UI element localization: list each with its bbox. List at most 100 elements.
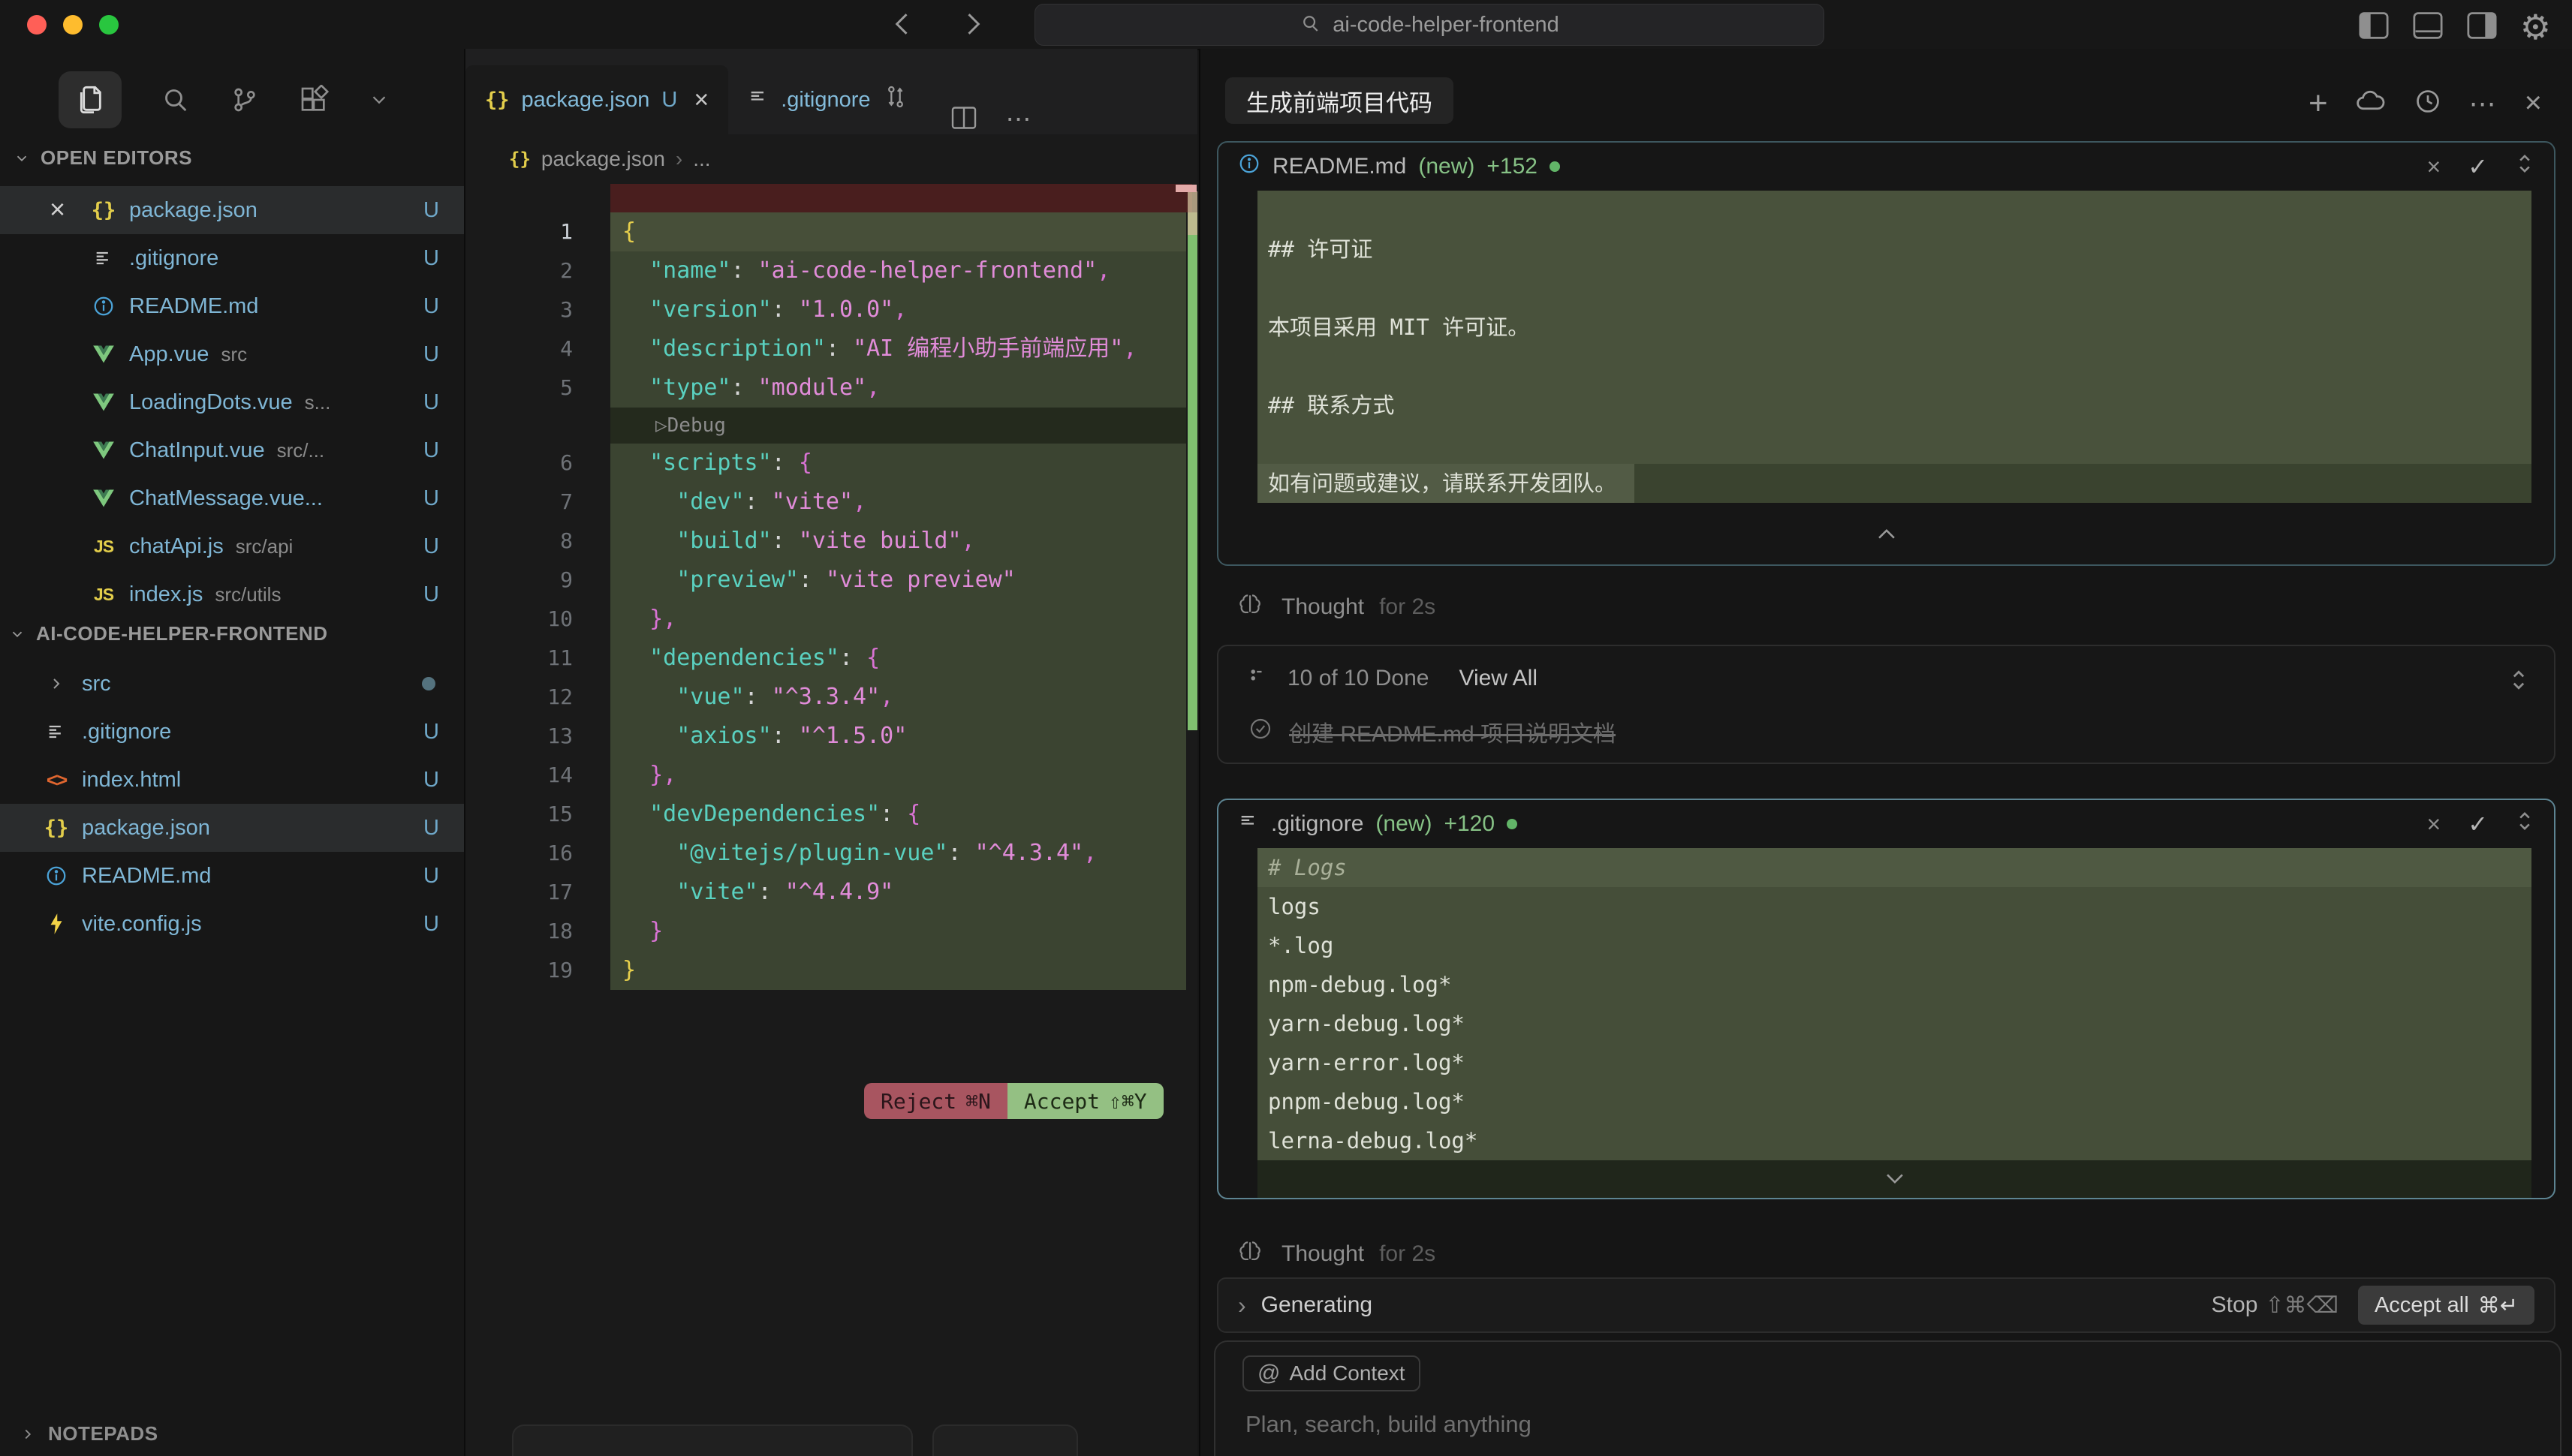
vue-icon xyxy=(89,393,119,412)
open-editors-header[interactable]: OPEN EDITORS xyxy=(14,146,464,170)
split-editor-icon[interactable] xyxy=(950,105,977,134)
toggle-bottom-panel-icon[interactable] xyxy=(2412,11,2444,44)
sidebar-item-app.vue[interactable]: App.vuesrcU xyxy=(0,330,464,378)
sidebar-item-index.js[interactable]: JSindex.jssrc/utilsU xyxy=(0,570,464,618)
cloud-icon[interactable] xyxy=(2355,89,2387,118)
code-line-18[interactable]: 18 } xyxy=(465,912,1186,951)
sidebar-item-chatapi.js[interactable]: JSchatApi.jssrc/apiU xyxy=(0,522,464,570)
todo-item-row[interactable]: 创建 README.md 项目说明文档 xyxy=(1248,715,1616,748)
code-line-15[interactable]: 15 "devDependencies": { xyxy=(465,795,1186,834)
new-chat-icon[interactable]: + xyxy=(2308,87,2328,120)
sidebar-item-package.json[interactable]: ×{}package.jsonU xyxy=(0,186,464,234)
project-header[interactable]: AI-CODE-HELPER-FRONTEND xyxy=(9,622,464,645)
thought-row[interactable]: Thought for 2s xyxy=(1238,1238,1435,1270)
sidebar-item-vite.config.js[interactable]: vite.config.jsU xyxy=(0,900,464,948)
stop-button[interactable]: Stop ⇧⌘⌫ xyxy=(2212,1292,2339,1319)
card-accept-icon[interactable]: ✓ xyxy=(2468,810,2488,838)
tab-package-json[interactable]: {} package.json U × xyxy=(465,65,728,134)
close-window-button[interactable] xyxy=(27,15,47,35)
forward-icon[interactable] xyxy=(956,8,989,41)
tab-gitignore[interactable]: .gitignore xyxy=(728,65,927,134)
sidebar-item-index.html[interactable]: <>index.htmlU xyxy=(0,756,464,804)
code-line-1[interactable]: 1{ xyxy=(465,212,1186,251)
sidebar-item-.gitignore[interactable]: .gitignoreU xyxy=(0,708,464,756)
code-line-17[interactable]: 17 "vite": "^4.4.9" xyxy=(465,873,1186,912)
floating-toolbar-ghost[interactable] xyxy=(512,1424,913,1456)
chat-tab[interactable]: 生成前端项目代码 xyxy=(1225,77,1453,124)
toggle-right-panel-icon[interactable] xyxy=(2466,11,2498,44)
code-line-11[interactable]: 11 "dependencies": { xyxy=(465,639,1186,678)
sidebar-item-.gitignore[interactable]: .gitignoreU xyxy=(0,234,464,282)
debug-code-lens[interactable]: ▷Debug xyxy=(465,408,1186,444)
breadcrumb-more[interactable]: ... xyxy=(693,147,710,171)
sidebar-item-readme.md[interactable]: README.mdU xyxy=(0,282,464,330)
generating-toggle[interactable]: › Generating xyxy=(1238,1292,1372,1319)
settings-gear-icon[interactable]: ⚙ xyxy=(2520,10,2551,44)
sidebar-item-loadingdots.vue[interactable]: LoadingDots.vues...U xyxy=(0,378,464,426)
sidebar-item-package.json[interactable]: {}package.jsonU xyxy=(0,804,464,852)
code-line-9[interactable]: 9 "preview": "vite preview" xyxy=(465,561,1186,600)
code-editor[interactable]: 1{2 "name": "ai-code-helper-frontend",3 … xyxy=(465,184,1197,1456)
more-actions-icon[interactable]: ⋯ xyxy=(1006,104,1033,134)
close-panel-icon[interactable]: × xyxy=(2525,86,2542,120)
card-accept-icon[interactable]: ✓ xyxy=(2468,152,2488,181)
card-expand-footer[interactable] xyxy=(1257,1160,2531,1198)
card-expand-icon[interactable] xyxy=(2515,152,2534,182)
more-views-chevron-icon[interactable] xyxy=(368,89,390,111)
toggle-left-panel-icon[interactable] xyxy=(2358,11,2390,44)
thought-label: Thought xyxy=(1281,1241,1364,1267)
sidebar-item-chatinput.vue[interactable]: ChatInput.vuesrc/...U xyxy=(0,426,464,474)
todo-summary-row[interactable]: 10 of 10 Done View All xyxy=(1248,664,1537,693)
card-file-name[interactable]: .gitignore xyxy=(1271,811,1363,837)
notepads-section[interactable]: NOTEPADS xyxy=(20,1422,158,1445)
accept-all-button[interactable]: Accept all ⌘↵ xyxy=(2358,1286,2534,1325)
card-file-name[interactable]: README.md xyxy=(1272,154,1406,179)
code-line-6[interactable]: 6 "scripts": { xyxy=(465,444,1186,483)
todo-expand-icon[interactable] xyxy=(2509,667,2528,696)
source-control-icon[interactable] xyxy=(230,85,260,115)
code-line-8[interactable]: 8 "build": "vite build", xyxy=(465,522,1186,561)
accept-shortcut: ⇧⌘Y xyxy=(1109,1089,1147,1114)
code-line-13[interactable]: 13 "axios": "^1.5.0" xyxy=(465,717,1186,756)
sidebar-item-chatmessage.vue...[interactable]: ChatMessage.vue...U xyxy=(0,474,464,522)
code-line-14[interactable]: 14 }, xyxy=(465,756,1186,795)
chat-input-box[interactable]: @ Add Context Plan, search, build anythi… xyxy=(1214,1340,2561,1456)
code-line-5[interactable]: 5 "type": "module", xyxy=(465,369,1186,408)
more-actions-icon[interactable]: ⋯ xyxy=(2469,88,2498,119)
code-line-19[interactable]: 19} xyxy=(465,951,1186,990)
command-center-search[interactable]: ai-code-helper-frontend xyxy=(1035,4,1824,46)
scrollbar-slider[interactable] xyxy=(1188,191,1197,235)
minimize-window-button[interactable] xyxy=(63,15,83,35)
code-line-12[interactable]: 12 "vue": "^3.3.4", xyxy=(465,678,1186,717)
diff-compare-icon[interactable] xyxy=(883,84,908,116)
todo-view-all[interactable]: View All xyxy=(1459,666,1537,691)
code-line-3[interactable]: 3 "version": "1.0.0", xyxy=(465,290,1186,329)
card-collapse-footer[interactable] xyxy=(1218,503,2554,564)
sidebar-item-readme.md[interactable]: README.mdU xyxy=(0,852,464,900)
explorer-tab[interactable] xyxy=(59,71,122,128)
card-expand-icon[interactable] xyxy=(2515,809,2534,839)
floating-toolbar-ghost[interactable] xyxy=(932,1424,1078,1456)
add-context-chip[interactable]: @ Add Context xyxy=(1242,1355,1420,1391)
reject-button[interactable]: Reject ⌘N xyxy=(864,1083,1007,1119)
back-icon[interactable] xyxy=(886,8,919,41)
close-tab-icon[interactable]: × xyxy=(694,86,709,115)
card-reject-icon[interactable]: × xyxy=(2427,153,2441,181)
code-line-4[interactable]: 4 "description": "AI 编程小助手前端应用", xyxy=(465,329,1186,369)
breadcrumb-file[interactable]: package.json xyxy=(541,147,665,171)
sidebar-item-src[interactable]: src xyxy=(0,660,464,708)
accept-button[interactable]: Accept ⇧⌘Y xyxy=(1007,1083,1164,1119)
code-line-16[interactable]: 16 "@vitejs/plugin-vue": "^4.3.4", xyxy=(465,834,1186,873)
search-view-icon[interactable] xyxy=(161,85,191,115)
code-line-10[interactable]: 10 }, xyxy=(465,600,1186,639)
breadcrumb[interactable]: {} package.json › ... xyxy=(465,134,1197,184)
thought-row[interactable]: Thought for 2s xyxy=(1238,591,1435,623)
extensions-icon[interactable] xyxy=(299,85,329,115)
maximize-window-button[interactable] xyxy=(99,15,119,35)
close-editor-icon[interactable]: × xyxy=(50,186,65,234)
code-line-2[interactable]: 2 "name": "ai-code-helper-frontend", xyxy=(465,251,1186,290)
history-icon[interactable] xyxy=(2414,87,2442,119)
code-line-7[interactable]: 7 "dev": "vite", xyxy=(465,483,1186,522)
untracked-badge: U xyxy=(423,342,439,367)
card-reject-icon[interactable]: × xyxy=(2427,811,2441,838)
